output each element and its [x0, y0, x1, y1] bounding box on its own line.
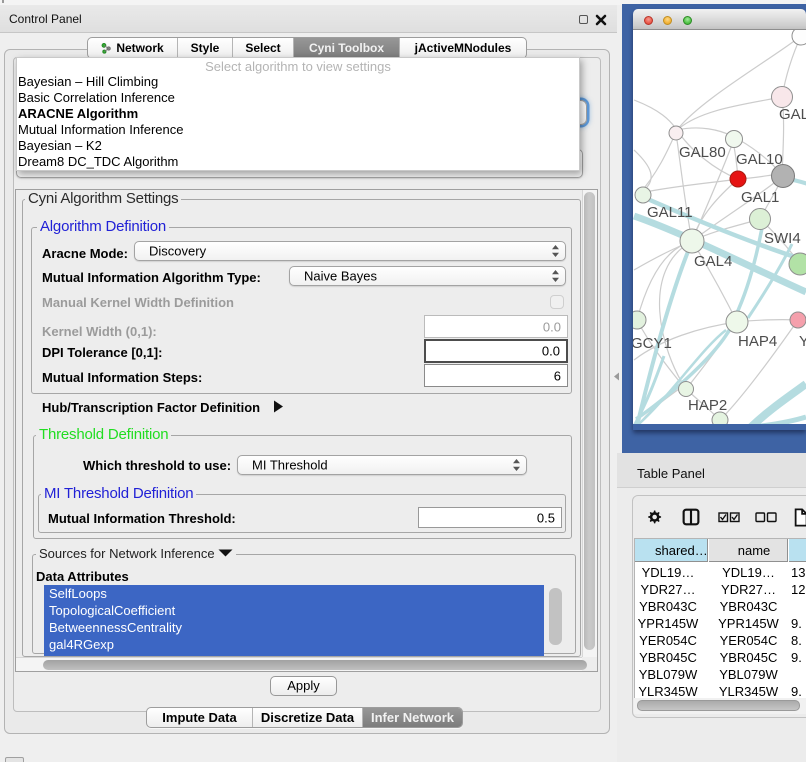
svg-text:GAL10: GAL10: [736, 151, 783, 168]
svg-text:GAL11: GAL11: [647, 204, 693, 221]
svg-text:GAL4: GAL4: [694, 253, 732, 270]
svg-text:GAL1: GAL1: [741, 189, 779, 206]
svg-text:SWI4: SWI4: [764, 230, 801, 247]
svg-text:GCY1: GCY1: [633, 335, 672, 352]
svg-text:Y: Y: [799, 333, 806, 350]
svg-text:GAL80: GAL80: [679, 144, 726, 161]
svg-text:HAP2: HAP2: [688, 397, 727, 414]
svg-text:GAL: GAL: [779, 106, 806, 123]
svg-text:HAP4: HAP4: [738, 333, 777, 350]
